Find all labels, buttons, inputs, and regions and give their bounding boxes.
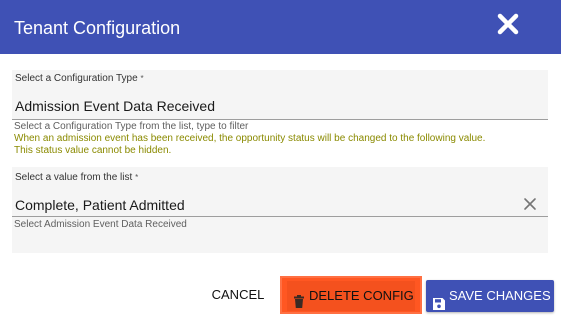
dialog-title: Tenant Configuration <box>14 18 181 38</box>
configuration-type-label-text: Select a Configuration Type <box>15 73 138 84</box>
trash-icon <box>293 289 305 319</box>
cancel-button[interactable]: CANCEL <box>203 283 273 307</box>
clear-icon <box>524 198 536 210</box>
close-button[interactable] <box>493 9 523 39</box>
clear-value-button[interactable] <box>523 197 537 211</box>
value-select-label-text: Select a value from the list <box>15 172 133 183</box>
value-select-field[interactable]: Select a value from the list * Complete,… <box>12 167 548 217</box>
dialog-header: Tenant Configuration <box>0 0 561 54</box>
close-icon <box>497 13 519 35</box>
delete-config-label: DELETE CONFIG <box>309 288 414 303</box>
save-changes-label: SAVE CHANGES <box>449 288 551 303</box>
configuration-type-underline <box>12 119 548 120</box>
delete-config-button[interactable]: DELETE CONFIG <box>287 281 415 311</box>
value-select-label: Select a value from the list * <box>15 172 138 184</box>
value-select-value[interactable]: Complete, Patient Admitted <box>15 197 185 214</box>
value-select-help: Select Admission Event Data Received <box>14 219 187 230</box>
configuration-note-line-2: This status value cannot be hidden. <box>14 145 172 156</box>
configuration-note-line-1: When an admission event has been receive… <box>14 133 486 144</box>
floppy-disk-icon <box>433 290 445 319</box>
required-mark: * <box>135 173 139 182</box>
configuration-type-help: Select a Configuration Type from the lis… <box>14 121 249 132</box>
configuration-type-label: Select a Configuration Type * <box>15 73 144 85</box>
configuration-type-field[interactable]: Select a Configuration Type * Admission … <box>12 70 548 120</box>
save-changes-button[interactable]: SAVE CHANGES <box>426 280 554 312</box>
required-mark: * <box>140 74 144 83</box>
configuration-type-value[interactable]: Admission Event Data Received <box>15 98 215 115</box>
tenant-configuration-dialog: Tenant Configuration Select a Configurat… <box>0 0 561 319</box>
